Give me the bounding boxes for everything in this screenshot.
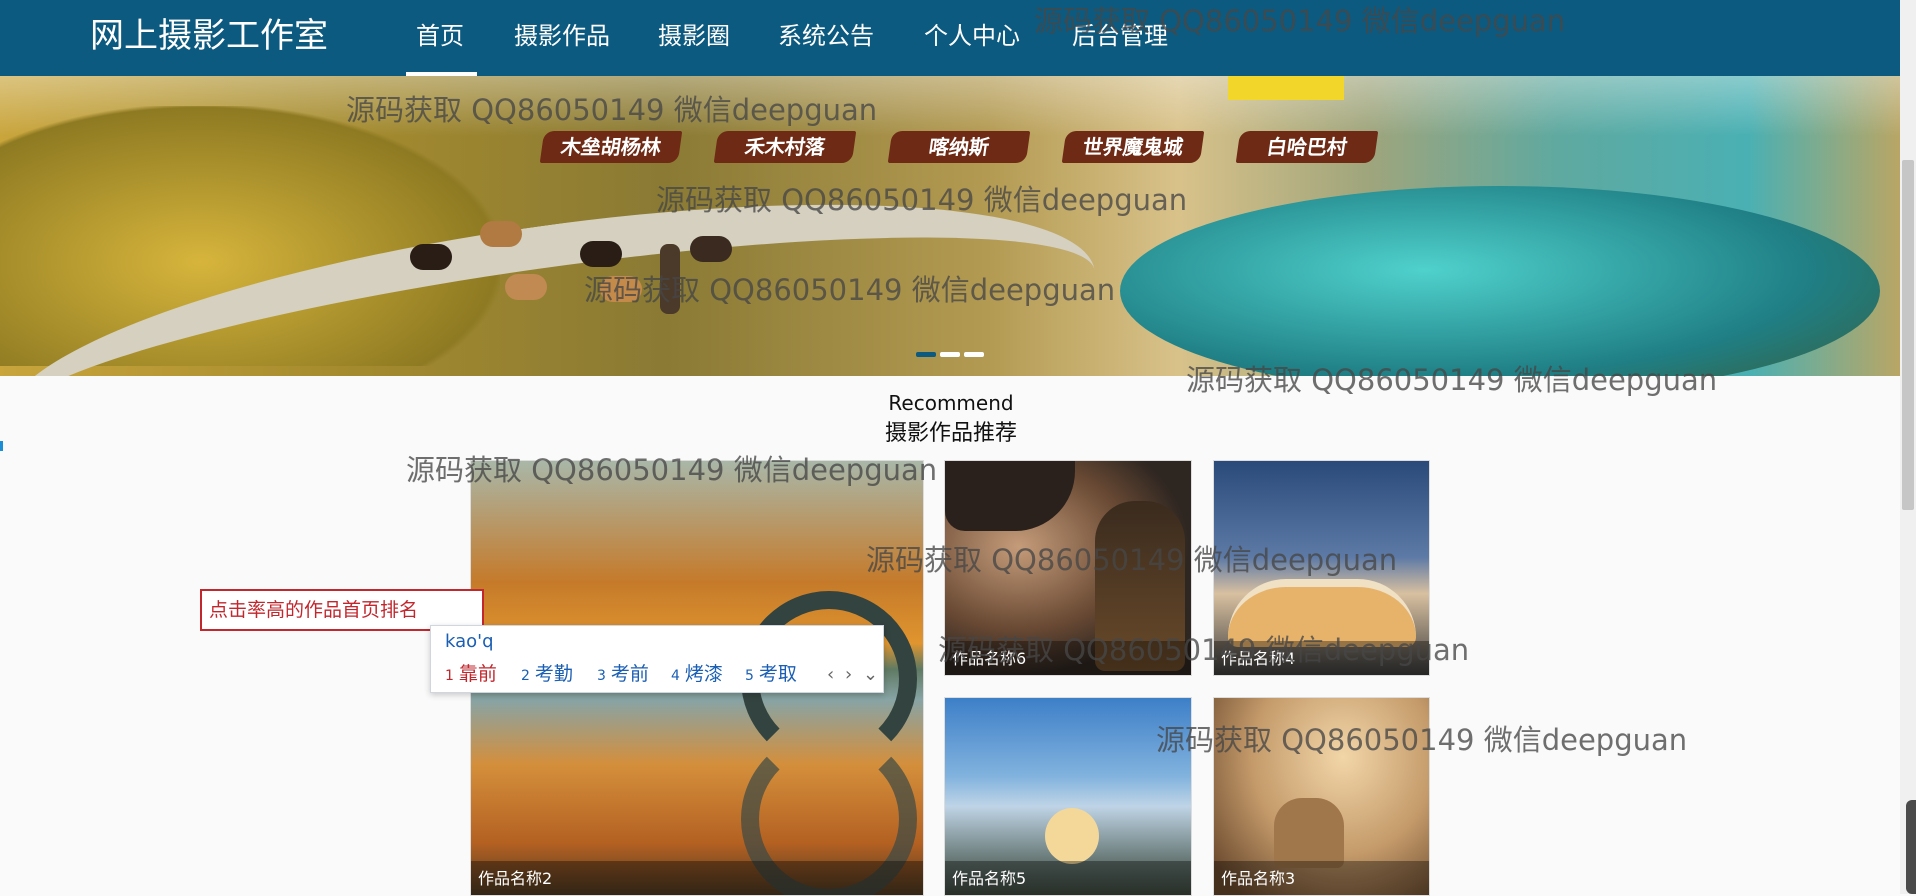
nav-circle[interactable]: 摄影圈	[658, 20, 730, 52]
nav-home[interactable]: 首页	[416, 20, 464, 52]
work-image	[945, 461, 1075, 531]
banner-tag: 木垒胡杨林	[539, 131, 683, 163]
ime-next-icon[interactable]: ›	[845, 663, 852, 687]
site-brand[interactable]: 网上摄影工作室	[90, 14, 328, 58]
banner-cow	[600, 276, 642, 302]
banner-title-block	[1228, 76, 1344, 100]
nav-works[interactable]: 摄影作品	[514, 20, 610, 52]
work-card[interactable]: 作品名称5	[944, 697, 1192, 896]
carousel-indicators	[916, 342, 988, 361]
banner-tag: 世界魔鬼城	[1061, 131, 1205, 163]
section-title-zh: 摄影作品推荐	[884, 421, 1017, 446]
nav-profile[interactable]: 个人中心	[924, 20, 1020, 52]
banner-cow	[505, 274, 547, 300]
banner-tag: 白哈巴村	[1235, 131, 1379, 163]
nav-announcements[interactable]: 系统公告	[778, 20, 874, 52]
ime-candidate-index: 4	[671, 668, 680, 684]
banner-carousel[interactable]	[0, 76, 1900, 376]
work-title: 作品名称5	[952, 869, 1027, 888]
work-title: 作品名称6	[952, 649, 1027, 668]
work-card[interactable]: 作品名称4	[1213, 460, 1430, 676]
section-title-en: Recommend	[888, 391, 1014, 415]
work-card[interactable]: 作品名称3	[1213, 697, 1430, 896]
work-caption-bar: 作品名称5	[945, 861, 1191, 895]
work-image	[1274, 798, 1344, 868]
ime-candidate[interactable]: 3 考前	[597, 661, 649, 689]
ime-candidate-index: 5	[745, 668, 754, 684]
ime-expand-icon[interactable]: ⌄	[863, 663, 878, 687]
work-caption-bar: 作品名称4	[1214, 641, 1429, 675]
work-card[interactable]: 作品名称6	[944, 460, 1192, 676]
ime-prev-icon[interactable]: ‹	[827, 663, 834, 687]
banner-river	[1120, 186, 1880, 376]
side-widget-handle[interactable]	[1906, 800, 1916, 894]
banner-cow	[690, 236, 732, 262]
ime-candidate-text: 考前	[610, 663, 649, 685]
work-image	[1045, 808, 1099, 864]
ime-candidate[interactable]: 4 烤漆	[671, 661, 723, 689]
banner-cow	[410, 244, 452, 270]
ime-candidate[interactable]: 5 考取	[745, 661, 797, 689]
work-title: 作品名称2	[478, 869, 553, 888]
carousel-dot[interactable]	[964, 352, 984, 357]
ime-candidate-index: 3	[597, 668, 606, 684]
top-navbar: 网上摄影工作室 首页 摄影作品 摄影圈 系统公告 个人中心 后台管理	[0, 0, 1916, 76]
banner-tag: 喀纳斯	[887, 131, 1031, 163]
work-caption-bar: 作品名称3	[1214, 861, 1429, 895]
carousel-dot[interactable]	[940, 352, 960, 357]
ime-candidate-window: kao'q 1 靠前 2 考勤 3 考前 4 烤漆 5 考取 ‹ › ⌄	[430, 625, 884, 693]
work-image	[1228, 579, 1416, 647]
banner-tag: 禾木村落	[713, 131, 857, 163]
banner-cow	[480, 221, 522, 247]
ime-candidate-index: 2	[521, 668, 530, 684]
ime-candidate-text: 靠前	[458, 663, 497, 685]
ime-candidate[interactable]: 2 考勤	[521, 661, 573, 689]
ime-candidate-index: 1	[445, 668, 454, 684]
work-caption-bar: 作品名称2	[471, 861, 923, 895]
banner-cow	[580, 241, 622, 267]
ime-candidate-text: 考勤	[534, 663, 573, 685]
work-caption-bar: 作品名称6	[945, 641, 1191, 675]
ime-candidate[interactable]: 1 靠前	[445, 661, 497, 689]
work-title: 作品名称3	[1221, 869, 1296, 888]
banner-rider	[660, 244, 680, 314]
scrollbar-thumb[interactable]	[1902, 160, 1914, 510]
ime-candidate-text: 烤漆	[684, 663, 723, 685]
nav-admin[interactable]: 后台管理	[1072, 20, 1168, 52]
ime-composition: kao'q	[445, 631, 494, 652]
carousel-dot[interactable]	[916, 352, 936, 357]
work-title: 作品名称4	[1221, 649, 1296, 668]
focus-marker	[0, 441, 3, 451]
ime-candidate-text: 考取	[758, 663, 797, 685]
